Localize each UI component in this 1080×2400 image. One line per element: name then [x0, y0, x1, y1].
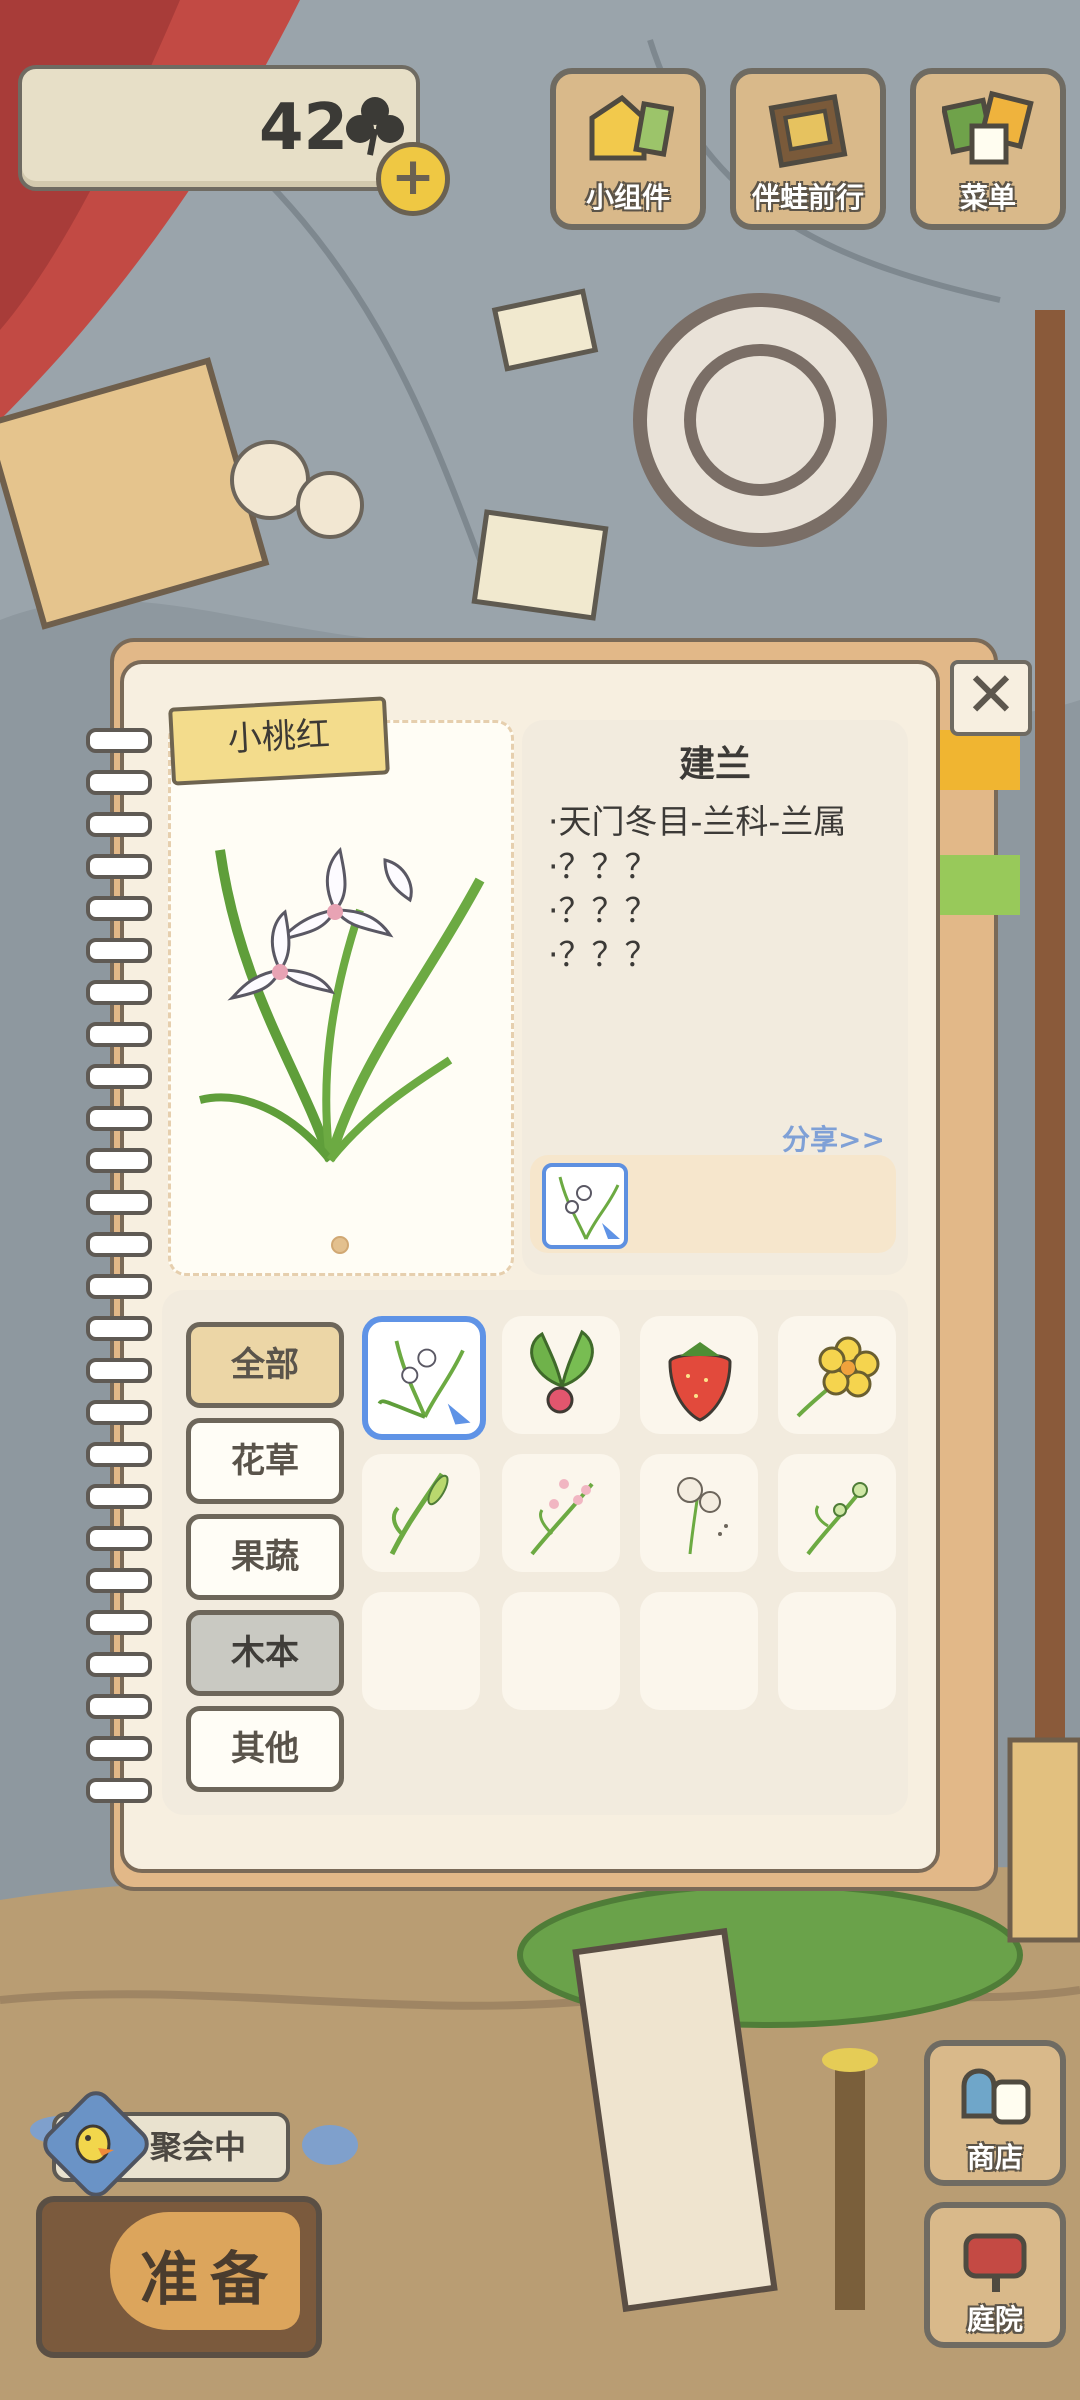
shop-label: 商店: [966, 2141, 1023, 2174]
spiral-ring: [86, 1652, 152, 1677]
widget-icon: [589, 94, 674, 161]
spiral-ring: [86, 1274, 152, 1299]
spiral-ring: [86, 1232, 152, 1257]
clover-counter: 42: [18, 65, 420, 191]
collection-item[interactable]: [502, 1454, 620, 1572]
spiral-ring: [86, 1190, 152, 1215]
empty-slot: [778, 1592, 896, 1710]
radish-icon: [530, 1329, 594, 1414]
sprout-icon: [389, 1472, 449, 1556]
spiral-ring: [86, 1526, 152, 1551]
frog-icon: [75, 2124, 114, 2164]
strawberry-icon: [668, 1342, 732, 1422]
category-tab[interactable]: 其他: [186, 1706, 344, 1792]
description-line: ·？？？: [548, 891, 658, 930]
spiral-ring: [86, 1610, 152, 1635]
category-tab[interactable]: 果蔬: [186, 1514, 344, 1600]
collection-item[interactable]: [778, 1454, 896, 1572]
spiral-ring: [86, 770, 152, 795]
page-indicator-dot: [331, 1236, 349, 1254]
description-line: ·？？？: [548, 847, 658, 886]
empty-slot: [640, 1592, 758, 1710]
spiral-ring: [86, 1484, 152, 1509]
category-tab[interactable]: 花草: [186, 1418, 344, 1504]
party-label: 聚会中: [150, 2128, 247, 2166]
share-link[interactable]: 分享>>: [782, 1118, 885, 1158]
spiral-ring: [86, 812, 152, 837]
spiral-ring: [86, 1358, 152, 1383]
green-bud-icon: [806, 1482, 868, 1556]
spiral-ring: [86, 1694, 152, 1719]
spiral-ring: [86, 1736, 152, 1761]
item-title: 建兰: [678, 744, 751, 785]
mailbox-icon: [963, 2233, 1027, 2292]
yard-button[interactable]: 庭院: [924, 2202, 1066, 2348]
spiral-ring: [86, 938, 152, 963]
menu-button[interactable]: 菜单: [910, 68, 1066, 230]
spiral-ring: [86, 896, 152, 921]
spiral-ring: [86, 980, 152, 1005]
spiral-ring: [86, 1148, 152, 1173]
name-tag-label: 小桃红: [226, 714, 331, 760]
shop-icon: [961, 2068, 1031, 2125]
description-line: ·天门冬目-兰科-兰属: [548, 802, 847, 841]
empty-slot: [362, 1592, 480, 1710]
widget-button[interactable]: 小组件: [550, 68, 706, 230]
prepare-label: 准备: [140, 2245, 281, 2313]
category-tab[interactable]: 木本: [186, 1610, 344, 1696]
spiral-ring: [86, 1778, 152, 1803]
frog-album-icon: [768, 93, 848, 169]
spiral-ring: [86, 1064, 152, 1089]
description-line: ·？？？: [548, 935, 658, 974]
yard-label: 庭院: [966, 2303, 1023, 2336]
spiral-ring: [86, 854, 152, 879]
yellow-flower-icon: [796, 1336, 880, 1418]
shop-button[interactable]: 商店: [924, 2040, 1066, 2186]
spiral-ring: [86, 1022, 152, 1047]
frog-album-button[interactable]: 伴蛙前行: [730, 68, 886, 230]
add-clover-button[interactable]: +: [376, 142, 450, 216]
pink-sprig-icon: [530, 1479, 594, 1556]
menu-icon: [942, 90, 1034, 165]
spiral-ring: [86, 1400, 152, 1425]
spiral-ring: [86, 728, 152, 753]
empty-slot: [502, 1592, 620, 1710]
menu-label: 菜单: [959, 181, 1016, 214]
spiral-ring: [86, 1106, 152, 1131]
orchid-icon: [558, 1176, 620, 1240]
orchid-icon: [377, 1340, 471, 1425]
dandelion-icon: [677, 1477, 728, 1555]
collection-item[interactable]: [502, 1316, 620, 1434]
variant-thumbnail[interactable]: [542, 1163, 628, 1249]
category-tab[interactable]: 全部: [186, 1322, 344, 1408]
collection-item[interactable]: [362, 1316, 486, 1440]
orchid-illustration: [199, 846, 485, 1163]
collection-item[interactable]: [640, 1454, 758, 1572]
collection-item[interactable]: [778, 1316, 896, 1434]
frog-album-label: 伴蛙前行: [751, 181, 864, 214]
name-tag: 小桃红: [168, 696, 390, 786]
spiral-ring: [86, 1316, 152, 1341]
collection-item[interactable]: [362, 1454, 480, 1572]
spiral-ring: [86, 1442, 152, 1467]
collection-item[interactable]: [640, 1316, 758, 1434]
widget-label: 小组件: [585, 181, 670, 214]
clover-count: 42: [258, 91, 348, 165]
spiral-ring: [86, 1568, 152, 1593]
close-button[interactable]: ✕: [950, 660, 1032, 736]
